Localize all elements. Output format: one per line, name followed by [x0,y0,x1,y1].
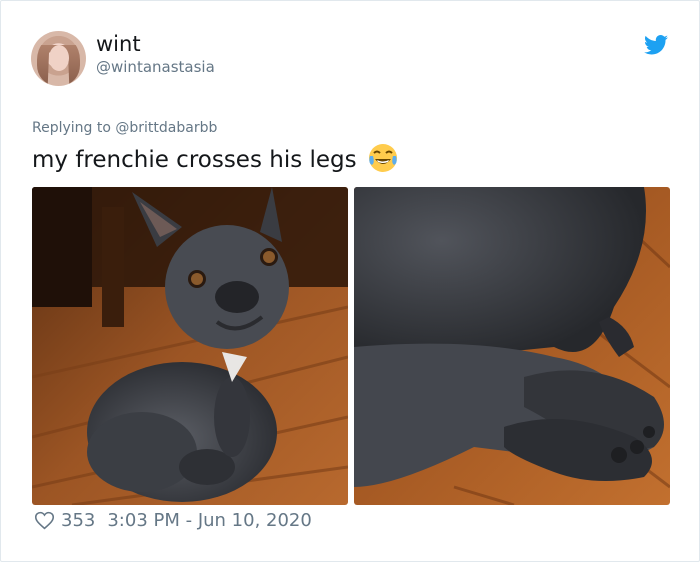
avatar[interactable] [31,31,86,86]
face-with-tears-of-joy-emoji [368,144,397,172]
reply-target-link[interactable]: @brittdabarbb [115,120,217,136]
tweet-text: my frenchie crosses his legs [32,147,357,173]
replying-to-prefix: Replying to [32,120,116,136]
replying-to: Replying to @brittdabarbb [32,120,217,136]
twitter-bird-icon[interactable] [644,35,668,55]
user-handle[interactable]: @wintanastasia [96,58,215,76]
tweet-timestamp[interactable]: 3:03 PM - Jun 10, 2020 [107,510,311,531]
heart-icon[interactable] [34,510,55,531]
avatar-face [49,45,69,71]
display-name[interactable]: wint [96,32,141,56]
tweet-card: wint @wintanastasia Replying to @brittda… [0,0,700,562]
tweet-photo-dog-sitting[interactable] [32,187,348,505]
tweet-text-container: my frenchie crosses his legs [32,143,398,173]
like-count[interactable]: 353 [61,510,95,531]
tweet-footer: 353 3:03 PM - Jun 10, 2020 [34,510,312,531]
tweet-photo-crossed-legs[interactable] [354,187,670,505]
